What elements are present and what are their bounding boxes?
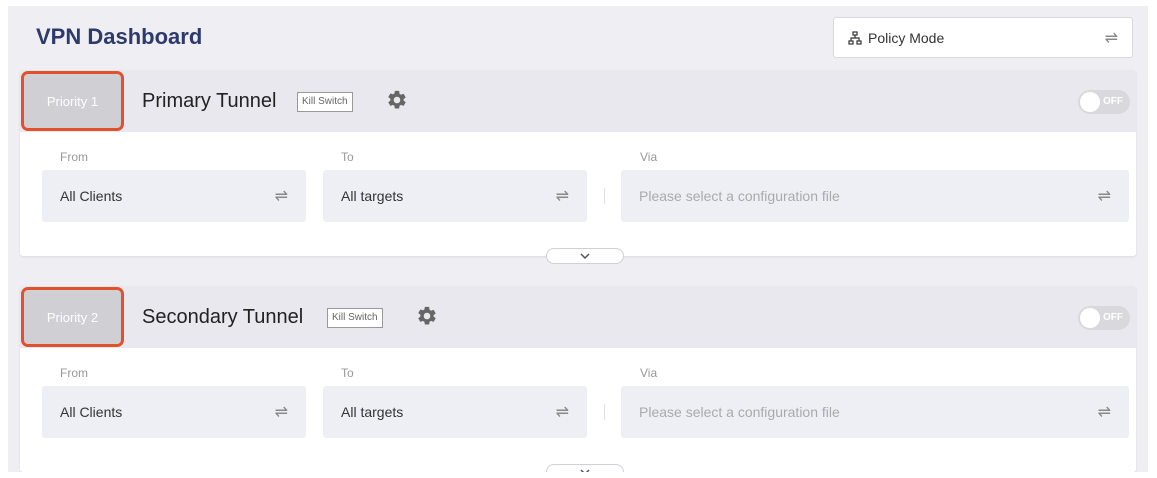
to-select[interactable]: All targets ⇌ (323, 386, 587, 438)
from-select[interactable]: All Clients ⇌ (42, 170, 306, 222)
swap-arrows-icon: ⇌ (274, 188, 288, 205)
swap-arrows-icon: ⇌ (1097, 188, 1111, 205)
tunnel-card-2: Priority 2 Secondary Tunnel Kill Switch … (20, 286, 1136, 472)
expand-toggle[interactable] (546, 464, 624, 472)
kill-switch-tag[interactable]: Kill Switch (327, 308, 383, 328)
via-placeholder: Please select a configuration file (639, 188, 840, 204)
via-label: Via (640, 366, 658, 380)
gear-icon[interactable] (416, 305, 438, 327)
tunnel-toggle[interactable]: OFF (1078, 90, 1130, 114)
kill-switch-tag[interactable]: Kill Switch (297, 92, 353, 112)
field-divider (604, 188, 605, 204)
tunnel-name: Primary Tunnel (142, 90, 277, 112)
tunnel-card-1: Priority 1 Primary Tunnel Kill Switch OF… (20, 70, 1136, 264)
page-title: VPN Dashboard (36, 24, 203, 49)
from-value: All Clients (60, 404, 123, 420)
from-label: From (60, 150, 88, 164)
tunnel-card-header: Priority 1 Primary Tunnel Kill Switch OF… (20, 70, 1136, 132)
toggle-knob (1080, 308, 1100, 328)
to-select[interactable]: All targets ⇌ (323, 170, 587, 222)
field-divider (604, 404, 605, 420)
dashboard-header: VPN Dashboard Policy Mode ⇌ (8, 6, 1148, 70)
swap-arrows-icon: ⇌ (274, 404, 288, 421)
from-select[interactable]: All Clients ⇌ (42, 386, 306, 438)
from-value: All Clients (60, 188, 123, 204)
chevron-down-icon (580, 469, 590, 472)
from-label: From (60, 366, 88, 380)
swap-arrows-icon: ⇌ (555, 404, 569, 421)
priority-badge[interactable]: Priority 1 (21, 71, 124, 131)
mode-select[interactable]: Policy Mode ⇌ (833, 17, 1133, 58)
to-value: All targets (341, 404, 404, 420)
via-placeholder: Please select a configuration file (639, 404, 840, 420)
chevron-down-icon (580, 253, 590, 259)
mode-select-value: Policy Mode (868, 29, 945, 46)
swap-arrows-icon: ⇌ (555, 188, 569, 205)
priority-badge[interactable]: Priority 2 (21, 287, 124, 347)
gear-icon[interactable] (386, 89, 408, 111)
to-label: To (341, 150, 354, 164)
swap-arrows-icon: ⇌ (1097, 404, 1111, 421)
toggle-knob (1080, 92, 1100, 112)
to-value: All targets (341, 188, 404, 204)
tunnel-toggle[interactable]: OFF (1078, 306, 1130, 330)
expand-toggle[interactable] (546, 248, 624, 264)
via-select[interactable]: Please select a configuration file ⇌ (621, 170, 1129, 222)
policy-tree-icon (848, 30, 862, 45)
via-label: Via (640, 150, 658, 164)
tunnel-card-header: Priority 2 Secondary Tunnel Kill Switch … (20, 286, 1136, 348)
toggle-label: OFF (1103, 312, 1123, 323)
vpn-dashboard-panel: VPN Dashboard Policy Mode ⇌ Priority 1 P… (8, 6, 1148, 472)
via-select[interactable]: Please select a configuration file ⇌ (621, 386, 1129, 438)
swap-arrows-icon: ⇌ (1104, 29, 1118, 47)
to-label: To (341, 366, 354, 380)
tunnel-name: Secondary Tunnel (142, 306, 304, 328)
toggle-label: OFF (1103, 96, 1123, 107)
